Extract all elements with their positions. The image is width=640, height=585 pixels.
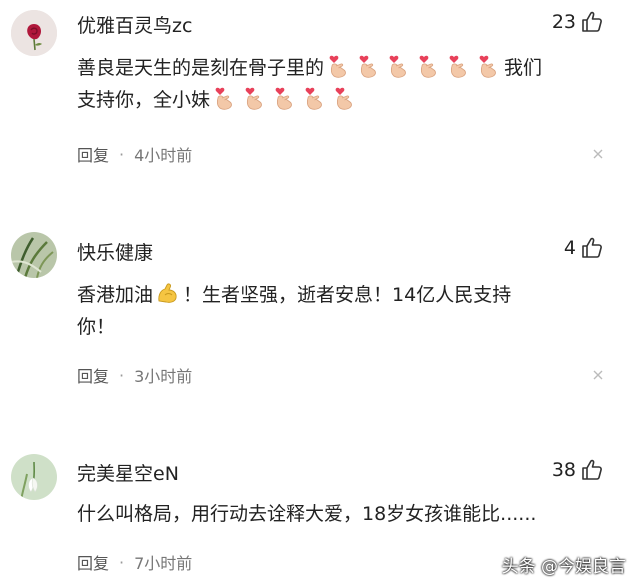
heart-hand-emoji-icon [416, 54, 442, 80]
thumbs-up-icon[interactable] [580, 458, 604, 482]
comment-author[interactable]: 优雅百灵鸟zc [77, 11, 192, 38]
heart-hand-emoji-icon [356, 54, 382, 80]
heart-hand-emoji-icon [446, 54, 472, 80]
snowdrop-flower-icon [11, 454, 57, 500]
comment-meta: 回复 · 7小时前 [77, 550, 192, 574]
thumbs-up-icon[interactable] [580, 236, 604, 260]
comment-text: 香港加油 ！生者坚强，逝者安息！14亿人民支持 你！ [77, 279, 587, 343]
heart-hand-emoji-icon [386, 54, 412, 80]
separator-dot: · [119, 365, 125, 385]
comment-text: 善良是天生的是刻在骨子里的 我们 支持你，全小妹 [77, 52, 587, 116]
separator-dot: · [119, 552, 125, 572]
separator-dot: · [119, 144, 125, 164]
rose-icon [11, 10, 57, 56]
grass-icon [11, 232, 57, 278]
avatar[interactable] [11, 10, 57, 56]
heart-hand-emoji-icon [476, 54, 502, 80]
reply-button[interactable]: 回复 [77, 142, 109, 166]
comment-author[interactable]: 完美星空eN [77, 459, 179, 486]
like-count: 4 [563, 237, 576, 259]
like-count: 38 [551, 459, 576, 481]
comment-time: 7小时前 [134, 554, 193, 573]
avatar[interactable] [11, 232, 57, 278]
like-count: 23 [551, 11, 576, 33]
comment-meta: 回复 · 4小时前 [77, 142, 192, 166]
comment-meta: 回复 · 3小时前 [77, 363, 192, 387]
heart-hand-emoji-icon [332, 86, 358, 112]
like-button[interactable]: 38 [552, 458, 604, 482]
heart-hand-emoji-icon [272, 86, 298, 112]
comment-text: 什么叫格局，用行动去诠释大爱，18岁女孩谁能比...... [77, 503, 537, 525]
close-icon[interactable] [592, 369, 604, 381]
watermark: 头条 @今娱良言 [501, 557, 626, 577]
like-button[interactable]: 4 [564, 236, 604, 260]
flexed-biceps-emoji-icon [155, 281, 181, 307]
like-button[interactable]: 23 [552, 10, 604, 34]
heart-hand-emoji-icon [212, 86, 238, 112]
comment-author[interactable]: 快乐健康 [77, 238, 153, 265]
heart-hand-emoji-icon [326, 54, 352, 80]
comment-time: 3小时前 [134, 367, 193, 386]
heart-hand-emoji-icon [302, 86, 328, 112]
reply-button[interactable]: 回复 [77, 363, 109, 387]
avatar[interactable] [11, 454, 57, 500]
reply-button[interactable]: 回复 [77, 550, 109, 574]
close-icon[interactable] [592, 148, 604, 160]
thumbs-up-icon[interactable] [580, 10, 604, 34]
heart-hand-emoji-icon [242, 86, 268, 112]
comment-time: 4小时前 [134, 146, 193, 165]
